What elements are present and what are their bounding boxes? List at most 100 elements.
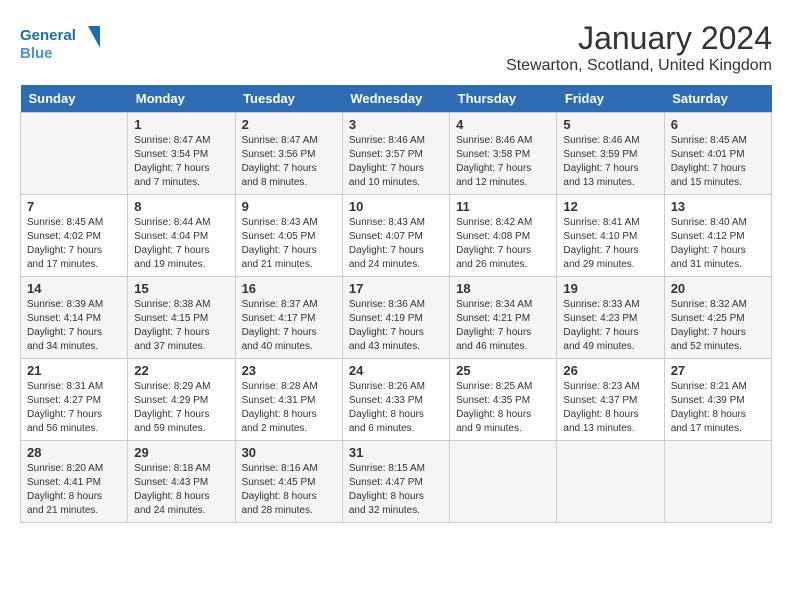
day-cell (21, 113, 128, 195)
day-info: Sunrise: 8:34 AM Sunset: 4:21 PM Dayligh… (456, 298, 550, 354)
col-header-friday: Friday (557, 85, 664, 113)
day-info: Sunrise: 8:40 AM Sunset: 4:12 PM Dayligh… (671, 216, 765, 272)
day-info: Sunrise: 8:25 AM Sunset: 4:35 PM Dayligh… (456, 380, 550, 436)
day-info: Sunrise: 8:37 AM Sunset: 4:17 PM Dayligh… (242, 298, 336, 354)
week-row-3: 14 Sunrise: 8:39 AM Sunset: 4:14 PM Dayli… (21, 277, 772, 359)
day-number: 17 (349, 281, 443, 296)
day-info: Sunrise: 8:18 AM Sunset: 4:43 PM Dayligh… (134, 462, 228, 518)
day-cell: 6 Sunrise: 8:45 AM Sunset: 4:01 PM Daylig… (664, 113, 771, 195)
day-cell: 2 Sunrise: 8:47 AM Sunset: 3:56 PM Daylig… (235, 113, 342, 195)
day-number: 15 (134, 281, 228, 296)
day-info: Sunrise: 8:41 AM Sunset: 4:10 PM Dayligh… (563, 216, 657, 272)
day-info: Sunrise: 8:29 AM Sunset: 4:29 PM Dayligh… (134, 380, 228, 436)
day-number: 24 (349, 363, 443, 378)
day-cell: 14 Sunrise: 8:39 AM Sunset: 4:14 PM Dayli… (21, 277, 128, 359)
day-cell: 29 Sunrise: 8:18 AM Sunset: 4:43 PM Dayli… (128, 441, 235, 523)
day-number: 4 (456, 117, 550, 132)
day-number: 8 (134, 199, 228, 214)
day-number: 19 (563, 281, 657, 296)
day-cell: 3 Sunrise: 8:46 AM Sunset: 3:57 PM Daylig… (342, 113, 449, 195)
day-info: Sunrise: 8:26 AM Sunset: 4:33 PM Dayligh… (349, 380, 443, 436)
week-row-1: 1 Sunrise: 8:47 AM Sunset: 3:54 PM Daylig… (21, 113, 772, 195)
day-info: Sunrise: 8:46 AM Sunset: 3:59 PM Dayligh… (563, 134, 657, 190)
day-cell: 22 Sunrise: 8:29 AM Sunset: 4:29 PM Dayli… (128, 359, 235, 441)
day-info: Sunrise: 8:39 AM Sunset: 4:14 PM Dayligh… (27, 298, 121, 354)
day-number: 21 (27, 363, 121, 378)
header-row: SundayMondayTuesdayWednesdayThursdayFrid… (21, 85, 772, 113)
day-number: 18 (456, 281, 550, 296)
svg-text:Blue: Blue (20, 45, 53, 62)
week-row-2: 7 Sunrise: 8:45 AM Sunset: 4:02 PM Daylig… (21, 195, 772, 277)
day-info: Sunrise: 8:44 AM Sunset: 4:04 PM Dayligh… (134, 216, 228, 272)
day-info: Sunrise: 8:45 AM Sunset: 4:02 PM Dayligh… (27, 216, 121, 272)
title-block: January 2024 Stewarton, Scotland, United… (506, 20, 772, 75)
day-cell: 13Sunrise: 8:40 AM Sunset: 4:12 PM Dayli… (664, 195, 771, 277)
day-number: 25 (456, 363, 550, 378)
day-cell: 15 Sunrise: 8:38 AM Sunset: 4:15 PM Dayli… (128, 277, 235, 359)
day-number: 30 (242, 445, 336, 460)
calendar-table: SundayMondayTuesdayWednesdayThursdayFrid… (20, 85, 772, 523)
day-number: 3 (349, 117, 443, 132)
day-cell: 9 Sunrise: 8:43 AM Sunset: 4:05 PM Daylig… (235, 195, 342, 277)
day-number: 9 (242, 199, 336, 214)
day-cell: 5 Sunrise: 8:46 AM Sunset: 3:59 PM Daylig… (557, 113, 664, 195)
day-number: 2 (242, 117, 336, 132)
day-info: Sunrise: 8:46 AM Sunset: 3:57 PM Dayligh… (349, 134, 443, 190)
day-cell: 30Sunrise: 8:16 AM Sunset: 4:45 PM Dayli… (235, 441, 342, 523)
day-number: 5 (563, 117, 657, 132)
day-number: 20 (671, 281, 765, 296)
col-header-tuesday: Tuesday (235, 85, 342, 113)
day-number: 14 (27, 281, 121, 296)
day-info: Sunrise: 8:43 AM Sunset: 4:05 PM Dayligh… (242, 216, 336, 272)
col-header-monday: Monday (128, 85, 235, 113)
day-number: 12 (563, 199, 657, 214)
day-info: Sunrise: 8:43 AM Sunset: 4:07 PM Dayligh… (349, 216, 443, 272)
week-row-4: 21 Sunrise: 8:31 AM Sunset: 4:27 PM Dayli… (21, 359, 772, 441)
day-number: 29 (134, 445, 228, 460)
day-number: 22 (134, 363, 228, 378)
week-row-5: 28 Sunrise: 8:20 AM Sunset: 4:41 PM Dayli… (21, 441, 772, 523)
day-info: Sunrise: 8:21 AM Sunset: 4:39 PM Dayligh… (671, 380, 765, 436)
day-cell: 24 Sunrise: 8:26 AM Sunset: 4:33 PM Dayli… (342, 359, 449, 441)
col-header-sunday: Sunday (21, 85, 128, 113)
day-cell: 1 Sunrise: 8:47 AM Sunset: 3:54 PM Daylig… (128, 113, 235, 195)
logo-svg: General Blue (20, 20, 100, 70)
svg-text:General: General (20, 27, 76, 44)
day-cell: 21 Sunrise: 8:31 AM Sunset: 4:27 PM Dayli… (21, 359, 128, 441)
day-number: 6 (671, 117, 765, 132)
day-cell: 28 Sunrise: 8:20 AM Sunset: 4:41 PM Dayli… (21, 441, 128, 523)
day-info: Sunrise: 8:38 AM Sunset: 4:15 PM Dayligh… (134, 298, 228, 354)
day-cell: 17Sunrise: 8:36 AM Sunset: 4:19 PM Dayli… (342, 277, 449, 359)
day-cell: 7 Sunrise: 8:45 AM Sunset: 4:02 PM Daylig… (21, 195, 128, 277)
day-info: Sunrise: 8:47 AM Sunset: 3:54 PM Dayligh… (134, 134, 228, 190)
day-info: Sunrise: 8:15 AM Sunset: 4:47 PM Dayligh… (349, 462, 443, 518)
day-cell: 10 Sunrise: 8:43 AM Sunset: 4:07 PM Dayli… (342, 195, 449, 277)
day-number: 1 (134, 117, 228, 132)
day-number: 10 (349, 199, 443, 214)
day-info: Sunrise: 8:31 AM Sunset: 4:27 PM Dayligh… (27, 380, 121, 436)
day-cell: 20Sunrise: 8:32 AM Sunset: 4:25 PM Dayli… (664, 277, 771, 359)
day-info: Sunrise: 8:20 AM Sunset: 4:41 PM Dayligh… (27, 462, 121, 518)
day-number: 16 (242, 281, 336, 296)
day-number: 7 (27, 199, 121, 214)
day-cell: 8 Sunrise: 8:44 AM Sunset: 4:04 PM Daylig… (128, 195, 235, 277)
day-info: Sunrise: 8:47 AM Sunset: 3:56 PM Dayligh… (242, 134, 336, 190)
day-cell: 26Sunrise: 8:23 AM Sunset: 4:37 PM Dayli… (557, 359, 664, 441)
day-info: Sunrise: 8:45 AM Sunset: 4:01 PM Dayligh… (671, 134, 765, 190)
day-number: 27 (671, 363, 765, 378)
day-info: Sunrise: 8:46 AM Sunset: 3:58 PM Dayligh… (456, 134, 550, 190)
day-cell (450, 441, 557, 523)
day-info: Sunrise: 8:28 AM Sunset: 4:31 PM Dayligh… (242, 380, 336, 436)
page-header: General Blue January 2024 Stewarton, Sco… (20, 20, 772, 75)
day-number: 31 (349, 445, 443, 460)
day-cell: 23Sunrise: 8:28 AM Sunset: 4:31 PM Dayli… (235, 359, 342, 441)
day-number: 28 (27, 445, 121, 460)
day-cell: 18 Sunrise: 8:34 AM Sunset: 4:21 PM Dayli… (450, 277, 557, 359)
col-header-saturday: Saturday (664, 85, 771, 113)
day-cell: 31 Sunrise: 8:15 AM Sunset: 4:47 PM Dayli… (342, 441, 449, 523)
day-cell: 25 Sunrise: 8:25 AM Sunset: 4:35 PM Dayli… (450, 359, 557, 441)
location: Stewarton, Scotland, United Kingdom (506, 57, 772, 75)
day-cell: 16 Sunrise: 8:37 AM Sunset: 4:17 PM Dayli… (235, 277, 342, 359)
month-title: January 2024 (506, 20, 772, 57)
col-header-wednesday: Wednesday (342, 85, 449, 113)
